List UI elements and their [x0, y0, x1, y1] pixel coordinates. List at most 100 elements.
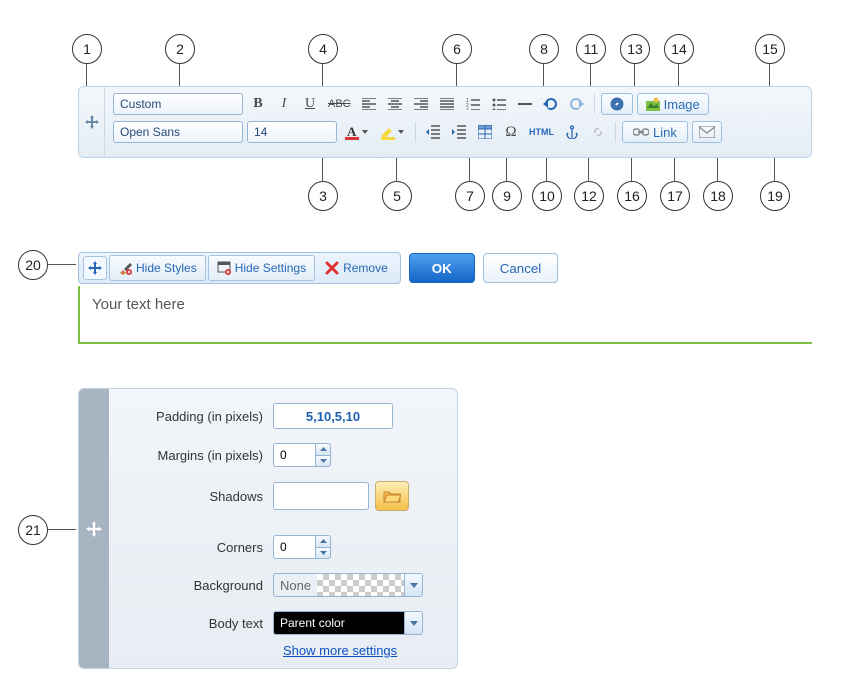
style-input[interactable]	[114, 94, 243, 114]
toolbar-row-1: B I U ABC 123 Image	[113, 93, 803, 115]
corners-row: Corners	[123, 535, 443, 559]
link-button[interactable]: Link	[622, 121, 688, 143]
svg-text:2: 2	[466, 103, 469, 109]
callout-12: 12	[574, 181, 604, 211]
chevron-down-icon[interactable]	[396, 130, 406, 134]
style-select[interactable]	[113, 93, 243, 115]
size-select[interactable]	[247, 121, 337, 143]
bodytext-select[interactable]: Parent color	[273, 611, 423, 635]
line	[634, 64, 635, 86]
callout-10: 10	[532, 181, 562, 211]
move-icon[interactable]	[83, 256, 107, 280]
spinner-up-icon[interactable]	[315, 443, 331, 455]
chevron-down-icon[interactable]	[404, 612, 422, 634]
align-left-button[interactable]	[358, 93, 380, 115]
undo-button[interactable]	[540, 93, 562, 115]
font-input[interactable]	[114, 122, 243, 142]
line	[469, 158, 470, 182]
align-right-button[interactable]	[410, 93, 432, 115]
hide-styles-button[interactable]: Hide Styles	[109, 255, 206, 281]
margins-spinner[interactable]	[273, 443, 331, 467]
cancel-button[interactable]: Cancel	[483, 253, 559, 283]
callout-5: 5	[382, 181, 412, 211]
image-icon	[646, 97, 660, 111]
remove-button[interactable]: Remove	[317, 255, 396, 281]
unlink-button[interactable]	[587, 121, 609, 143]
callout-17: 17	[660, 181, 690, 211]
line	[86, 64, 87, 86]
callout-1: 1	[72, 34, 102, 64]
line	[717, 158, 718, 182]
ordered-list-button[interactable]: 123	[462, 93, 484, 115]
callout-21: 21	[18, 515, 48, 545]
indent-button[interactable]	[448, 121, 470, 143]
callout-7: 7	[455, 181, 485, 211]
align-justify-button[interactable]	[436, 93, 458, 115]
chevron-down-icon[interactable]	[404, 574, 422, 596]
strikethrough-button[interactable]: ABC	[325, 93, 354, 115]
hide-settings-button[interactable]: Hide Settings	[208, 255, 315, 281]
bodytext-row: Body text Parent color	[123, 611, 443, 635]
highlight-color-button[interactable]	[377, 121, 409, 143]
chevron-down-icon[interactable]	[360, 130, 370, 134]
outdent-button[interactable]	[422, 121, 444, 143]
shadows-row: Shadows	[123, 481, 443, 511]
image-button[interactable]: Image	[637, 93, 709, 115]
table-button[interactable]	[474, 121, 496, 143]
margins-label: Margins (in pixels)	[123, 448, 273, 463]
toolbar-row-2: A Ω HTML Link	[113, 121, 803, 143]
flash-button[interactable]	[601, 93, 633, 115]
unordered-list-button[interactable]	[488, 93, 510, 115]
callout-20: 20	[18, 250, 48, 280]
editor-toolbar: B I U ABC 123 Image	[78, 86, 812, 158]
link-label: Link	[653, 125, 677, 140]
bold-button[interactable]: B	[247, 93, 269, 115]
italic-button[interactable]: I	[273, 93, 295, 115]
margins-input[interactable]	[273, 443, 315, 467]
padding-label: Padding (in pixels)	[123, 409, 273, 424]
font-color-button[interactable]: A	[341, 121, 373, 143]
padding-input[interactable]: 5,10,5,10	[273, 403, 393, 429]
corners-input[interactable]	[273, 535, 315, 559]
folder-icon	[383, 489, 401, 503]
ok-button[interactable]: OK	[409, 253, 475, 283]
move-icon[interactable]	[79, 87, 105, 157]
browse-button[interactable]	[375, 481, 409, 511]
toolbar-rows: B I U ABC 123 Image	[105, 87, 811, 157]
special-char-button[interactable]: Ω	[500, 121, 522, 143]
brush-icon	[118, 261, 132, 275]
callout-6: 6	[442, 34, 472, 64]
svg-text:3: 3	[466, 108, 469, 110]
redo-button[interactable]	[566, 93, 588, 115]
line	[322, 158, 323, 182]
settings-panel: Padding (in pixels) 5,10,5,10 Margins (i…	[78, 388, 458, 669]
background-value: None	[274, 578, 317, 593]
line	[590, 64, 591, 86]
line	[48, 529, 76, 530]
align-center-button[interactable]	[384, 93, 406, 115]
horizontal-rule-button[interactable]	[514, 93, 536, 115]
font-select[interactable]	[113, 121, 243, 143]
corners-spinner[interactable]	[273, 535, 331, 559]
underline-button[interactable]: U	[299, 93, 321, 115]
line	[48, 264, 76, 265]
bodytext-value: Parent color	[274, 612, 404, 634]
svg-text:A: A	[347, 124, 357, 139]
corners-label: Corners	[123, 540, 273, 555]
html-button[interactable]: HTML	[526, 121, 557, 143]
spinner-down-icon[interactable]	[315, 455, 331, 468]
element-toolbar: Hide Styles Hide Settings Remove OK Canc…	[78, 252, 558, 284]
email-button[interactable]	[692, 121, 722, 143]
spinner-up-icon[interactable]	[315, 535, 331, 547]
text-edit-area[interactable]: Your text here	[78, 286, 812, 344]
show-more-settings-link[interactable]: Show more settings	[283, 643, 397, 658]
shadows-input[interactable]	[273, 482, 369, 510]
background-label: Background	[123, 578, 273, 593]
size-input[interactable]	[248, 122, 337, 142]
link-icon	[633, 127, 649, 137]
move-icon[interactable]	[79, 389, 109, 668]
anchor-button[interactable]	[561, 121, 583, 143]
callout-2: 2	[165, 34, 195, 64]
background-select[interactable]: None	[273, 573, 423, 597]
spinner-down-icon[interactable]	[315, 547, 331, 560]
